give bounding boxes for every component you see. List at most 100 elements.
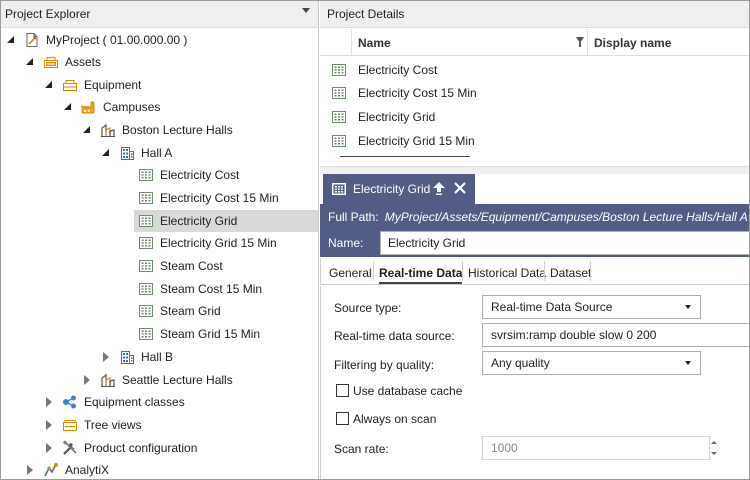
filter-quality-value: Any quality <box>491 356 550 370</box>
row-name-cell: Electricity Cost 15 Min <box>358 86 477 100</box>
pane-divider <box>320 166 750 174</box>
document-tab[interactable]: Electricity Grid <box>323 174 475 204</box>
tree-item[interactable]: MyProject ( 01.00.000.00 ) <box>0 29 318 51</box>
tree-item[interactable]: Steam Grid <box>0 300 318 322</box>
chevron-down-icon[interactable] <box>302 8 310 13</box>
document-tab-title: Electricity Grid <box>353 182 431 196</box>
table-row[interactable]: Electricity Grid <box>320 105 750 128</box>
collapse-arrow-icon[interactable] <box>25 57 35 67</box>
analytix-icon <box>43 462 59 478</box>
tree-item-label: Assets <box>65 55 102 69</box>
expand-arrow-icon[interactable] <box>82 375 92 385</box>
tree-item[interactable]: Steam Cost <box>0 255 318 277</box>
collapse-arrow-icon[interactable] <box>44 80 54 90</box>
tree-item-label: Boston Lecture Halls <box>122 123 233 137</box>
rt-source-label: Real-time data source: <box>334 329 455 343</box>
expand-arrow-icon[interactable] <box>44 397 54 407</box>
db-cache-checkbox[interactable] <box>336 384 349 397</box>
table-row[interactable]: Electricity Cost <box>320 58 750 81</box>
column-header-display-name[interactable]: Display name <box>594 36 671 50</box>
collapse-arrow-icon[interactable] <box>63 102 73 112</box>
db-cache-label: Use database cache <box>353 384 463 398</box>
tree-item[interactable]: Steam Cost 15 Min <box>0 278 318 300</box>
tree-item[interactable]: Product configuration <box>0 437 318 459</box>
pin-icon[interactable] <box>433 182 445 196</box>
full-path-value: MyProject/Assets/Equipment/Campuses/Bost… <box>384 209 748 224</box>
tree-item[interactable]: Hall B <box>0 346 318 368</box>
tree-item-label: AnalytiX <box>65 463 110 477</box>
dropdown-arrow-icon <box>685 361 691 365</box>
tree-item-label: Electricity Cost 15 Min <box>160 191 279 205</box>
tag-icon <box>138 235 154 251</box>
tab-dataset[interactable]: Dataset <box>550 266 591 280</box>
tree-item-label: Steam Grid 15 Min <box>160 327 261 341</box>
tag-icon <box>331 62 347 78</box>
table-row[interactable]: Electricity Grid 15 Min <box>320 129 750 152</box>
tab-real-time-data[interactable]: Real-time Data <box>379 266 463 284</box>
dropdown-arrow-icon <box>685 305 691 309</box>
tree-item-label: MyProject ( 01.00.000.00 ) <box>46 33 188 47</box>
tree-item[interactable]: Seattle Lecture Halls <box>0 369 318 391</box>
details-grid-header: Name Display name <box>320 29 750 56</box>
building-icon <box>119 349 135 365</box>
tab-separator <box>544 261 545 281</box>
building-icon <box>119 145 135 161</box>
tab-general[interactable]: General <box>329 266 372 280</box>
column-header-name[interactable]: Name <box>358 36 391 50</box>
row-name-cell: Electricity Grid <box>358 110 436 124</box>
tree-item-label: Tree views <box>84 418 142 432</box>
close-icon[interactable] <box>454 182 466 194</box>
row-focus-underline <box>340 156 470 157</box>
spin-up-icon[interactable] <box>711 441 717 444</box>
collapse-arrow-icon[interactable] <box>82 125 92 135</box>
tree-item[interactable]: AnalytiX <box>0 459 318 480</box>
tree-item[interactable]: Equipment <box>0 74 318 96</box>
tree-item[interactable]: Electricity Cost <box>0 164 318 186</box>
tree-item[interactable]: Equipment classes <box>0 391 318 413</box>
collapse-arrow-icon[interactable] <box>6 35 16 45</box>
equipment-classes-icon <box>62 394 78 410</box>
tree-item[interactable]: Electricity Grid <box>134 210 318 232</box>
tree-item[interactable]: Electricity Grid 15 Min <box>0 232 318 254</box>
project-explorer-header: Project Explorer <box>0 0 318 28</box>
project-details-title: Project Details <box>327 6 405 21</box>
tag-icon <box>331 133 347 149</box>
scan-rate-input[interactable]: 1000 <box>482 436 710 460</box>
source-type-select[interactable]: Real-time Data Source <box>482 295 701 319</box>
name-bar: Name: Electricity Grid <box>320 229 750 257</box>
source-type-label: Source type: <box>334 301 402 315</box>
expand-arrow-icon[interactable] <box>44 443 54 453</box>
scan-rate-label: Scan rate: <box>334 442 389 456</box>
tab-historical-data[interactable]: Historical Data <box>468 266 546 280</box>
tree-item[interactable]: Assets <box>0 51 318 73</box>
always-scan-checkbox[interactable] <box>336 412 349 425</box>
name-input[interactable]: Electricity Grid <box>380 231 750 255</box>
filter-icon[interactable] <box>576 37 584 47</box>
tree-item-label: Equipment classes <box>84 395 185 409</box>
filter-quality-select[interactable]: Any quality <box>482 351 701 375</box>
tag-icon <box>138 326 154 342</box>
expand-arrow-icon[interactable] <box>101 352 111 362</box>
tag-icon <box>138 258 154 274</box>
row-selector-column <box>320 29 352 56</box>
tree-item[interactable]: Campuses <box>0 96 318 118</box>
spin-down-icon[interactable] <box>711 452 717 455</box>
tree-item[interactable]: Tree views <box>0 414 318 436</box>
equipment-icon <box>62 77 78 93</box>
tree-item-label: Hall B <box>141 350 174 364</box>
tree-item-label: Hall A <box>141 146 173 160</box>
tree-item[interactable]: Steam Grid 15 Min <box>0 323 318 345</box>
site-icon <box>100 372 116 388</box>
expand-arrow-icon[interactable] <box>44 420 54 430</box>
tree-item[interactable]: Electricity Cost 15 Min <box>0 187 318 209</box>
tag-icon <box>138 303 154 319</box>
collapse-arrow-icon[interactable] <box>101 148 111 158</box>
tree-item[interactable]: Hall A <box>0 142 318 164</box>
name-label: Name: <box>328 236 364 250</box>
tree-views-icon <box>62 417 78 433</box>
tools-icon <box>62 440 78 456</box>
table-row[interactable]: Electricity Cost 15 Min <box>320 81 750 104</box>
rt-source-input[interactable]: svrsim:ramp double slow 0 200 <box>482 323 750 347</box>
tree-item[interactable]: Boston Lecture Halls <box>0 119 318 141</box>
expand-arrow-icon[interactable] <box>25 465 35 475</box>
